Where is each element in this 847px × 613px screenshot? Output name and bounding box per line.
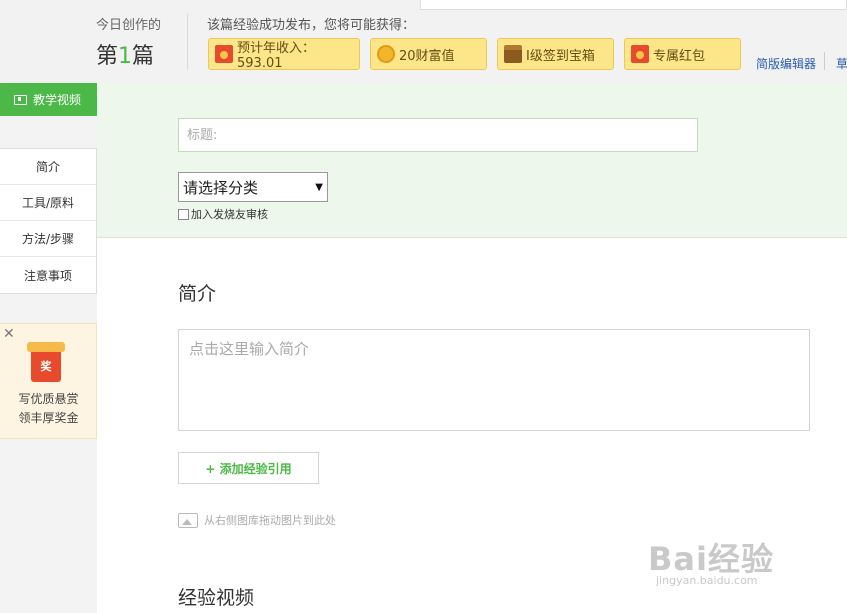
today-count-suffix: 篇 [132, 44, 155, 69]
add-reference-button[interactable]: + 添加经验引用 [178, 452, 319, 484]
today-created-count: 第1篇 [96, 38, 154, 70]
film-icon [14, 94, 27, 105]
category-select[interactable]: 请选择分类 ▼ [178, 172, 328, 202]
draft-link[interactable]: 草 [836, 55, 847, 72]
teaching-video-label: 教学视频 [33, 93, 82, 107]
header-divider [187, 14, 188, 70]
link-separator [824, 52, 825, 70]
top-header: 今日创作的 第1篇 该篇经验成功发布，您将可能获得： 预计年收入：593.01 … [0, 0, 847, 82]
top-search-bar-edge[interactable] [420, 0, 847, 10]
intro-textarea[interactable] [178, 329, 810, 431]
sidebar-item-intro[interactable]: 简介 [0, 149, 96, 185]
title-input[interactable] [178, 118, 698, 152]
baidu-watermark: Bai经验 jingyan.baidu.com [648, 534, 808, 594]
review-checkbox-label: 加入发烧友审核 [191, 208, 268, 221]
today-count-number: 1 [118, 44, 133, 69]
close-icon[interactable]: ✕ [3, 327, 15, 341]
today-count-prefix: 第 [96, 44, 119, 69]
simple-editor-link[interactable]: 简版编辑器 [756, 55, 816, 72]
reward-label: 预计年收入：593.01 [237, 41, 316, 71]
promo-badge: 奖 [40, 360, 52, 373]
promo-line-1: 写优质悬赏 [18, 392, 79, 406]
review-checkbox[interactable] [178, 208, 189, 220]
category-selected-value: 请选择分类 [183, 178, 259, 197]
bounty-promo[interactable]: ✕ 奖 写优质悬赏 领丰厚奖金 [0, 323, 97, 439]
drag-hint-text: 从右侧图库拖动图片到此处 [204, 514, 336, 527]
today-created-label: 今日创作的 [96, 18, 162, 33]
reward-wealth[interactable]: 20财富值 [370, 38, 487, 70]
teaching-video-button[interactable]: 教学视频 [0, 83, 97, 116]
video-heading: 经验视频 [178, 587, 255, 609]
reward-annual-income[interactable]: 预计年收入：593.01 [208, 38, 360, 71]
review-option[interactable]: 加入发烧友审核 [178, 206, 268, 222]
sidebar-nav: 简介 工具/原料 方法/步骤 注意事项 [0, 148, 97, 294]
reward-label: 专属红包 [653, 48, 706, 64]
watermark-url: jingyan.baidu.com [656, 574, 758, 587]
reward-label: I级签到宝箱 [526, 48, 595, 64]
sidebar-item-notes[interactable]: 注意事项 [0, 257, 96, 293]
red-envelope-icon [215, 45, 233, 63]
dropdown-arrow-icon: ▼ [315, 181, 323, 193]
sidebar-item-steps[interactable]: 方法/步骤 [0, 221, 96, 257]
treasure-chest-icon [504, 45, 522, 63]
promo-line-2: 领丰厚奖金 [18, 411, 79, 425]
red-envelope-icon [631, 45, 649, 63]
image-drop-hint: 从右侧图库拖动图片到此处 [178, 512, 336, 528]
reward-red-packet[interactable]: 专属红包 [624, 38, 741, 70]
image-icon [178, 512, 198, 528]
intro-heading: 简介 [178, 283, 217, 305]
coin-icon [377, 45, 395, 63]
reward-treasure-chest[interactable]: I级签到宝箱 [497, 38, 614, 70]
red-envelope-icon: 奖 [27, 342, 65, 382]
reward-title: 该篇经验成功发布，您将可能获得： [207, 18, 416, 33]
reward-label: 20财富值 [399, 48, 455, 64]
title-panel: 请选择分类 ▼ 加入发烧友审核 [97, 82, 847, 238]
sidebar-item-tools[interactable]: 工具/原料 [0, 185, 96, 221]
